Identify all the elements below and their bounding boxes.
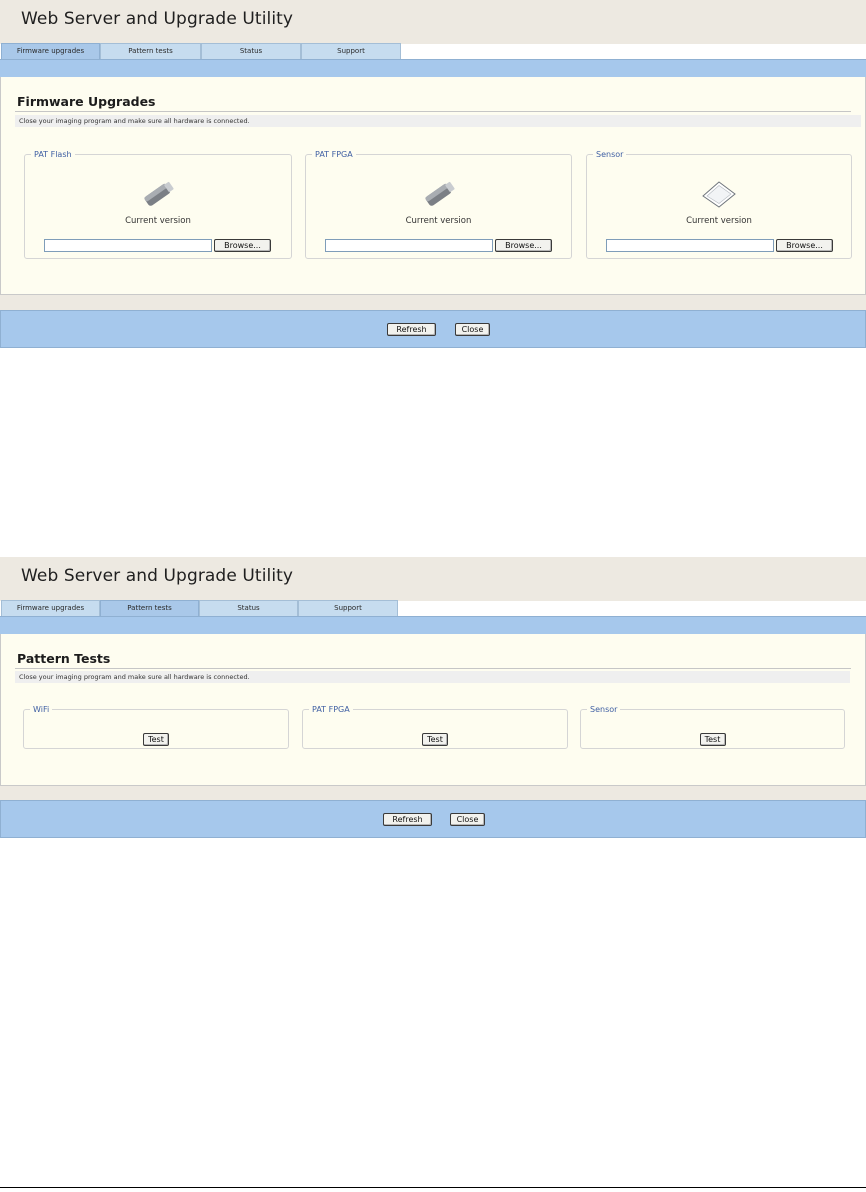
heading-divider <box>15 111 851 112</box>
tab-content-bar <box>0 616 866 634</box>
pat-fpga-current-version: Current version <box>405 216 472 226</box>
pat-fpga-file-input[interactable] <box>325 239 493 252</box>
tab-support[interactable]: Support <box>301 43 401 59</box>
close-button[interactable]: Close <box>450 813 485 826</box>
pat-flash-file-input[interactable] <box>44 239 212 252</box>
footer-gap <box>0 786 866 800</box>
page-title: Firmware Upgrades <box>17 94 156 109</box>
pat-fpga-legend: PAT FPGA <box>315 150 353 159</box>
tab-support[interactable]: Support <box>298 600 398 616</box>
tab-firmware-upgrades[interactable]: Firmware upgrades <box>1 600 100 616</box>
sensor-legend: Sensor <box>590 705 618 714</box>
refresh-button[interactable]: Refresh <box>387 323 436 336</box>
flash-drive-icon <box>144 181 174 206</box>
tab-pattern-tests[interactable]: Pattern tests <box>100 600 199 616</box>
page-title: Pattern Tests <box>17 651 111 666</box>
refresh-button[interactable]: Refresh <box>383 813 432 826</box>
footer-bar: Refresh Close <box>0 800 866 838</box>
instruction-text: Close your imaging program and make sure… <box>15 671 850 683</box>
pattern-panel: Pattern Tests Close your imaging program… <box>0 634 866 786</box>
sensor-file-input[interactable] <box>606 239 774 252</box>
sensor-group: Sensor Test <box>580 705 845 749</box>
tab-status[interactable]: Status <box>199 600 298 616</box>
tab-status[interactable]: Status <box>201 43 301 59</box>
close-button[interactable]: Close <box>455 323 490 336</box>
sensor-test-button[interactable]: Test <box>699 733 726 746</box>
pat-flash-current-version: Current version <box>125 216 191 226</box>
tab-firmware-upgrades[interactable]: Firmware upgrades <box>1 43 100 59</box>
tab-strip: Firmware upgrades Pattern tests Status S… <box>0 600 866 616</box>
firmware-upgrades-window: Web Server and Upgrade Utility Firmware … <box>0 0 866 350</box>
sensor-file-row: Browse... <box>606 239 834 252</box>
sensor-current-version: Current version <box>686 216 752 226</box>
pattern-tests-window: Web Server and Upgrade Utility Firmware … <box>0 557 866 838</box>
tab-pattern-tests[interactable]: Pattern tests <box>100 43 201 59</box>
pat-fpga-group: PAT FPGA Test <box>302 705 568 749</box>
pat-fpga-group: PAT FPGA Current version Browse... <box>305 150 572 259</box>
sensor-icon <box>702 181 736 208</box>
pat-flash-group: PAT Flash Current version Browse... <box>24 150 292 259</box>
pat-flash-legend: PAT Flash <box>34 150 72 159</box>
firmware-panel: Firmware Upgrades Close your imaging pro… <box>0 77 866 295</box>
pat-fpga-file-row: Browse... <box>325 239 553 252</box>
wifi-test-button[interactable]: Test <box>143 733 169 746</box>
pat-fpga-browse-button[interactable]: Browse... <box>495 239 552 252</box>
flash-drive-icon <box>424 181 455 206</box>
tab-strip: Firmware upgrades Pattern tests Status S… <box>0 43 866 59</box>
tab-content-bar <box>0 59 866 77</box>
title-bar: Web Server and Upgrade Utility <box>0 557 866 601</box>
page-bottom-rule <box>0 1187 866 1188</box>
instruction-text: Close your imaging program and make sure… <box>15 115 861 127</box>
title-bar: Web Server and Upgrade Utility <box>0 0 866 44</box>
footer-gap <box>0 295 866 310</box>
wifi-legend: WiFi <box>33 705 50 714</box>
sensor-browse-button[interactable]: Browse... <box>776 239 833 252</box>
pat-fpga-legend: PAT FPGA <box>312 705 350 714</box>
pat-flash-browse-button[interactable]: Browse... <box>214 239 271 252</box>
sensor-legend: Sensor <box>596 150 624 159</box>
heading-divider <box>15 668 851 669</box>
footer-bar: Refresh Close <box>0 310 866 348</box>
sensor-group: Sensor Current version Browse... <box>586 150 852 259</box>
pat-fpga-test-button[interactable]: Test <box>422 733 448 746</box>
app-title: Web Server and Upgrade Utility <box>21 566 294 586</box>
wifi-group: WiFi Test <box>23 705 289 749</box>
pat-flash-file-row: Browse... <box>44 239 272 252</box>
app-title: Web Server and Upgrade Utility <box>21 9 294 29</box>
